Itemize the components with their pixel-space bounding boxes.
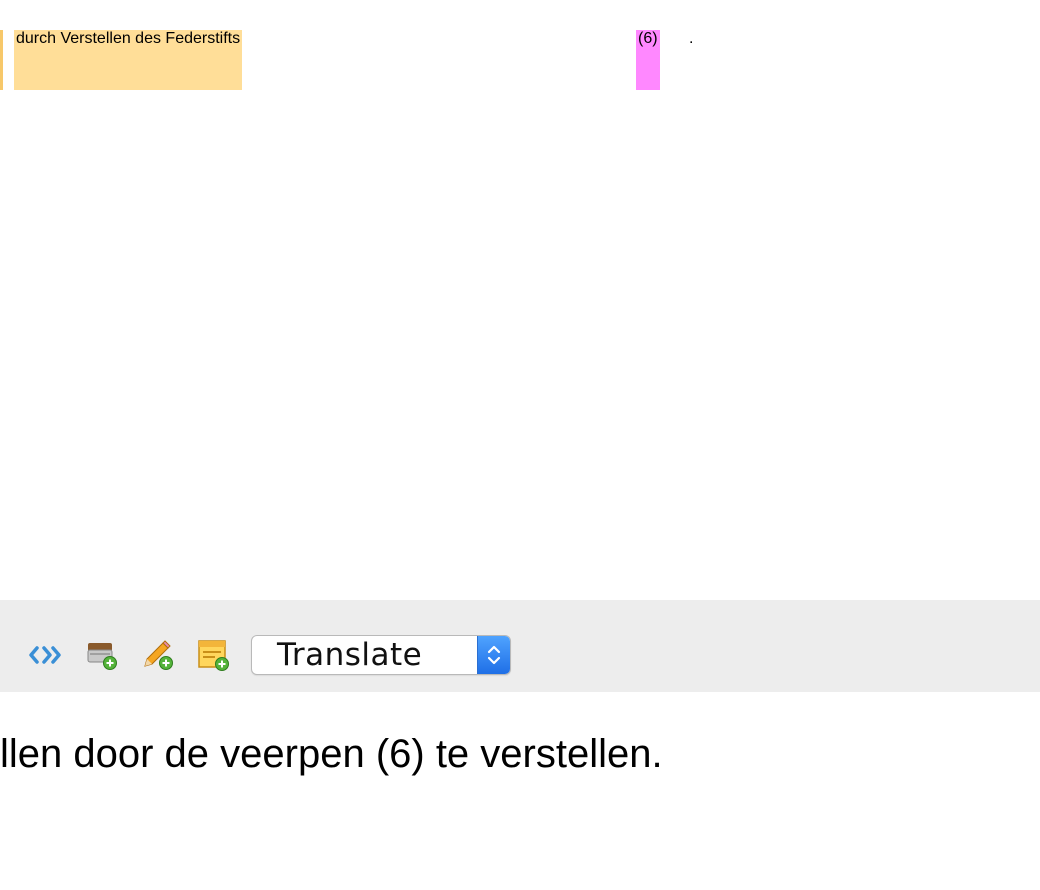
translation-editor: durch Verstellen des Federstifts (6) . T… [0, 0, 1040, 890]
select-updown-icon [477, 636, 510, 674]
source-highlight-edge [0, 30, 3, 90]
add-note-icon[interactable] [196, 637, 232, 673]
tag-insert-icon[interactable] [28, 637, 64, 673]
target-text[interactable]: llen door de veerpen (6) te verstellen. [0, 724, 663, 784]
target-segment-pane[interactable]: llen door de veerpen (6) te verstellen. [0, 692, 1040, 890]
source-segment-pane: durch Verstellen des Federstifts (6) . [0, 0, 1040, 600]
source-highlighted-phrase: durch Verstellen des Federstifts [14, 30, 243, 90]
add-term-icon[interactable] [84, 637, 120, 673]
translate-mode-select[interactable]: Translate [251, 635, 511, 675]
add-edit-icon[interactable] [140, 637, 176, 673]
translate-mode-value: Translate [277, 637, 423, 673]
inline-tag-placeholder[interactable]: (6) [636, 30, 660, 90]
source-trailing-period: . [689, 30, 694, 47]
